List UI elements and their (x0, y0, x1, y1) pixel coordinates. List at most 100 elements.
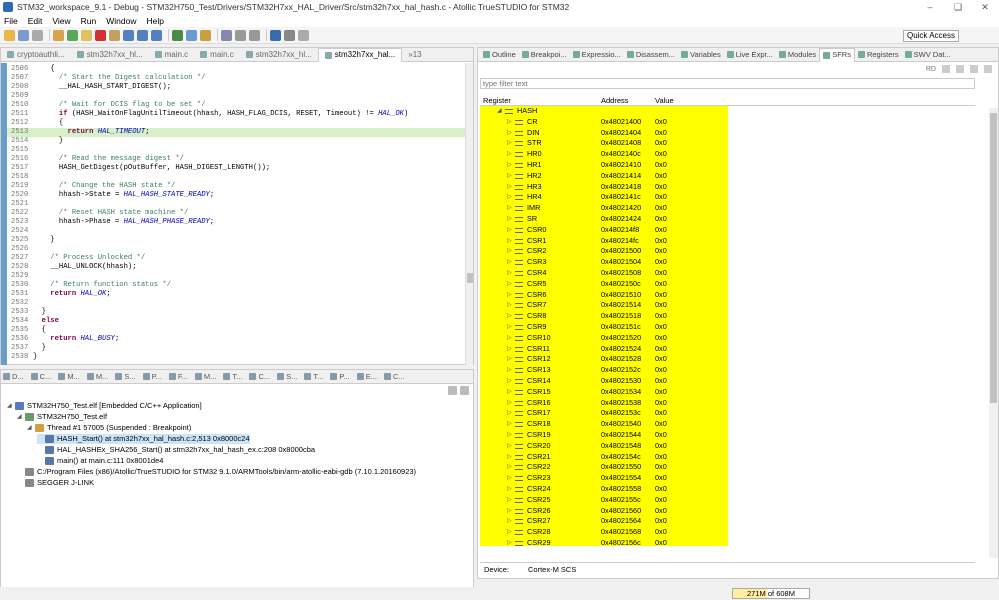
debug-tree-node[interactable]: C:/Program Files (x86)/Atollic/TrueSTUDI… (17, 467, 416, 477)
sfr-scrollbar[interactable] (989, 108, 998, 558)
expand-arrow-icon[interactable]: ▷ (507, 149, 512, 160)
pin-icon[interactable] (984, 65, 992, 73)
code-line[interactable]: 2532 (7, 299, 465, 308)
collapse-all-icon[interactable] (448, 386, 457, 395)
sfr-register-row[interactable]: ▷ CSR24 0x48021558 0x0 (480, 484, 728, 495)
expand-arrow-icon[interactable]: ▷ (507, 203, 512, 214)
sfr-register-row[interactable]: ▷ CSR28 0x48021568 0x0 (480, 527, 728, 538)
expand-arrow-icon[interactable]: ▷ (507, 452, 512, 463)
debug-tab[interactable]: C... (249, 372, 270, 381)
dec-format-icon[interactable] (956, 65, 964, 73)
menu-edit[interactable]: Edit (28, 16, 43, 26)
expand-arrow-icon[interactable]: ◢ (27, 423, 35, 433)
expand-arrow-icon[interactable]: ▷ (507, 376, 512, 387)
code-line[interactable]: 2536 return HAL_BUSY; (7, 335, 465, 344)
code-line[interactable]: 2535 { (7, 326, 465, 335)
expand-arrow-icon[interactable]: ▷ (507, 279, 512, 290)
debug-tab[interactable]: T... (223, 372, 242, 381)
right-tab[interactable]: Variables (678, 48, 724, 62)
code-line[interactable]: 2525 } (7, 236, 465, 245)
code-line[interactable]: 2523 hhash->Phase = HAL_HASH_PHASE_READY… (7, 218, 465, 227)
expand-arrow-icon[interactable]: ▷ (507, 538, 512, 546)
expand-arrow-icon[interactable]: ▷ (507, 527, 512, 538)
right-tab[interactable]: Breakpoi... (519, 48, 570, 62)
expand-arrow-icon[interactable]: ▷ (507, 268, 512, 279)
debug-tab[interactable]: C... (30, 372, 51, 381)
code-line[interactable]: 2506 { (7, 65, 465, 74)
sfr-register-row[interactable]: ▷ CSR3 0x48021504 0x0 (480, 257, 728, 268)
bin-format-icon[interactable] (970, 65, 978, 73)
info-icon[interactable] (270, 29, 281, 41)
stack-frame[interactable]: main() at main.c:111 0x8001de4 (37, 456, 163, 466)
step-return-icon[interactable] (151, 29, 162, 41)
expand-arrow-icon[interactable]: ▷ (507, 290, 512, 301)
expand-arrow-icon[interactable]: ▷ (507, 128, 512, 139)
code-line[interactable]: 2517 HASH_GetDigest(pOutBuffer, HASH_DIG… (7, 164, 465, 173)
stack-frame[interactable]: HASH_Start() at stm32h7xx_hal_hash.c:2,5… (37, 434, 250, 444)
search-icon[interactable] (221, 29, 232, 41)
expand-arrow-icon[interactable]: ▷ (507, 462, 512, 473)
code-line[interactable]: 2518 (7, 173, 465, 182)
code-line[interactable]: 2526 (7, 245, 465, 254)
editor-tab[interactable]: main.c (194, 48, 240, 62)
expand-arrow-icon[interactable]: ▷ (507, 214, 512, 225)
sfr-register-row[interactable]: ▷ HR2 0x48021414 0x0 (480, 171, 728, 182)
code-line[interactable]: 2512 { (7, 119, 465, 128)
sfr-register-row[interactable]: ▷ CSR18 0x48021540 0x0 (480, 419, 728, 430)
code-line[interactable]: 2507 /* Start the Digest calculation */ (7, 74, 465, 83)
sfr-register-row[interactable]: ▷ DIN 0x48021404 0x0 (480, 128, 728, 139)
column-register[interactable]: Register (483, 96, 511, 105)
sfr-register-row[interactable]: ▷ CSR6 0x48021510 0x0 (480, 290, 728, 301)
right-tab[interactable]: Registers (855, 48, 902, 62)
sfr-register-row[interactable]: ▷ CSR4 0x48021508 0x0 (480, 268, 728, 279)
code-line[interactable]: 2537 } (7, 344, 465, 353)
sfr-register-row[interactable]: ▷ STR 0x48021408 0x0 (480, 138, 728, 149)
stack-frame[interactable]: HAL_HASHEx_SHA256_Start() at stm32h7xx_h… (37, 445, 315, 455)
code-line[interactable]: 2519 /* Change the HASH state */ (7, 182, 465, 191)
sfr-filter-input[interactable] (480, 78, 975, 89)
code-line[interactable]: 2533 } (7, 308, 465, 317)
code-line[interactable]: 2516 /* Read the message digest */ (7, 155, 465, 164)
debug-tab[interactable]: T... (304, 372, 323, 381)
quick-access-field[interactable]: Quick Access (902, 30, 959, 42)
save-icon[interactable] (18, 29, 29, 41)
code-line[interactable]: 2527 /* Process Unlocked */ (7, 254, 465, 263)
sfr-register-row[interactable]: ▷ CSR12 0x48021528 0x0 (480, 354, 728, 365)
step-into-icon[interactable] (123, 29, 134, 41)
right-tab[interactable]: Outline (480, 48, 519, 62)
debug-tab[interactable]: M... (86, 372, 108, 381)
code-line[interactable]: 2524 (7, 227, 465, 236)
collapse-arrow-icon[interactable]: ◢ (497, 106, 502, 117)
code-line[interactable]: 2509 (7, 92, 465, 101)
debug-tree-node[interactable]: ◢ STM32H750_Test.elf (17, 412, 107, 422)
expand-arrow-icon[interactable]: ▷ (507, 344, 512, 355)
menu-view[interactable]: View (52, 16, 70, 26)
debug-icon[interactable] (172, 29, 183, 41)
sfr-register-row[interactable]: ▷ CSR5 0x4802150c 0x0 (480, 279, 728, 290)
code-line[interactable]: 2520 hhash->State = HAL_HASH_STATE_READY… (7, 191, 465, 200)
hex-format-icon[interactable] (942, 65, 950, 73)
editor-tab[interactable]: »13 (402, 48, 427, 62)
expand-arrow-icon[interactable]: ▷ (507, 484, 512, 495)
expand-arrow-icon[interactable]: ▷ (507, 192, 512, 203)
code-line[interactable]: 2515 (7, 146, 465, 155)
sfr-register-row[interactable]: ▷ CSR2 0x48021500 0x0 (480, 246, 728, 257)
debug-tab[interactable]: C... (383, 372, 405, 381)
expand-arrow-icon[interactable]: ▷ (507, 246, 512, 257)
editor-scrollbar[interactable] (465, 63, 473, 365)
debug-tab[interactable]: M... (58, 372, 80, 381)
expand-arrow-icon[interactable]: ▷ (507, 182, 512, 193)
sfr-register-row[interactable]: ▷ CSR22 0x48021550 0x0 (480, 462, 728, 473)
expand-arrow-icon[interactable]: ▷ (507, 236, 512, 247)
minimize-icon[interactable]: – (917, 0, 943, 14)
expand-arrow-icon[interactable]: ▷ (507, 354, 512, 365)
debug-tab[interactable]: F... (168, 372, 188, 381)
forward-icon[interactable] (249, 29, 260, 41)
editor-tab[interactable]: stm32h7xx_hl... (240, 48, 318, 62)
expand-arrow-icon[interactable]: ▷ (507, 322, 512, 333)
code-line[interactable]: 2534 else (7, 317, 465, 326)
right-tab[interactable]: Expressio... (570, 48, 624, 62)
sfr-rd-label[interactable]: RD (926, 66, 936, 73)
terminate-icon[interactable] (95, 29, 106, 41)
expand-arrow-icon[interactable]: ▷ (507, 516, 512, 527)
